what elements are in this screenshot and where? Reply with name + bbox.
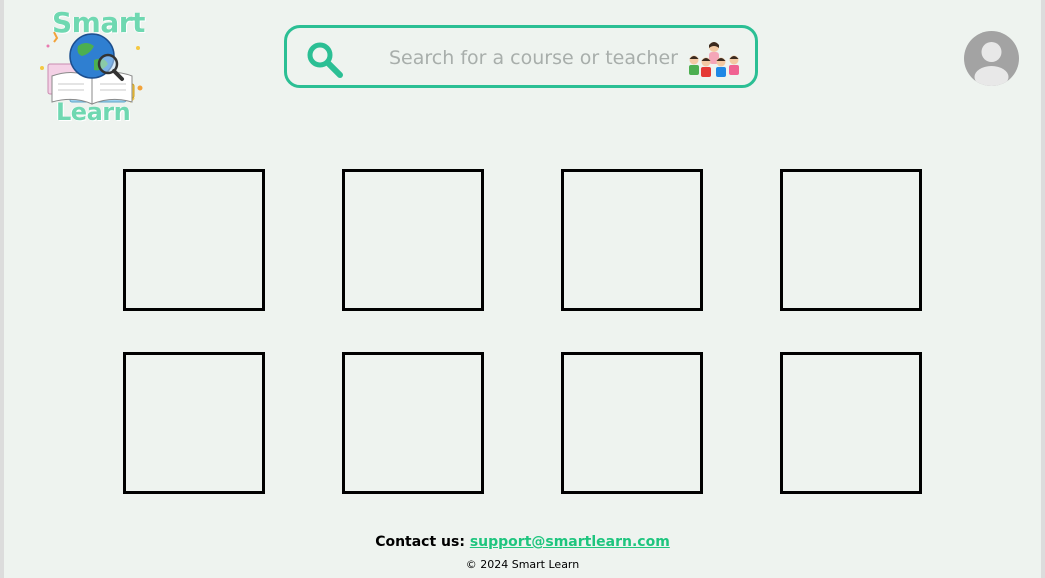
contact-label: Contact us: bbox=[375, 534, 465, 550]
footer: Contact us: support@smartlearn.com © 202… bbox=[4, 532, 1041, 574]
user-avatar-button[interactable] bbox=[964, 31, 1019, 86]
logo-word-bottom: Learn bbox=[56, 98, 131, 126]
course-card[interactable] bbox=[561, 169, 703, 311]
course-card[interactable] bbox=[561, 352, 703, 494]
course-card[interactable] bbox=[780, 352, 922, 494]
search-bar[interactable] bbox=[284, 25, 758, 88]
course-card[interactable] bbox=[123, 169, 265, 311]
page: Smart Learn Search for a course or teach… bbox=[4, 0, 1041, 578]
search-input[interactable] bbox=[387, 42, 681, 74]
course-card[interactable] bbox=[780, 169, 922, 311]
teacher-with-students-icon bbox=[689, 42, 739, 77]
course-card[interactable] bbox=[342, 352, 484, 494]
user-avatar-icon bbox=[974, 42, 1009, 86]
course-card[interactable] bbox=[123, 352, 265, 494]
contact-line: Contact us: support@smartlearn.com bbox=[4, 532, 1041, 552]
search-icon[interactable] bbox=[305, 40, 345, 80]
copyright-text: © 2024 Smart Learn bbox=[465, 558, 580, 571]
course-card[interactable] bbox=[342, 169, 484, 311]
smart-learn-logo[interactable]: Smart Learn bbox=[34, 6, 149, 128]
logo-word-top: Smart bbox=[52, 6, 145, 39]
contact-email-link[interactable]: support@smartlearn.com bbox=[470, 534, 670, 550]
